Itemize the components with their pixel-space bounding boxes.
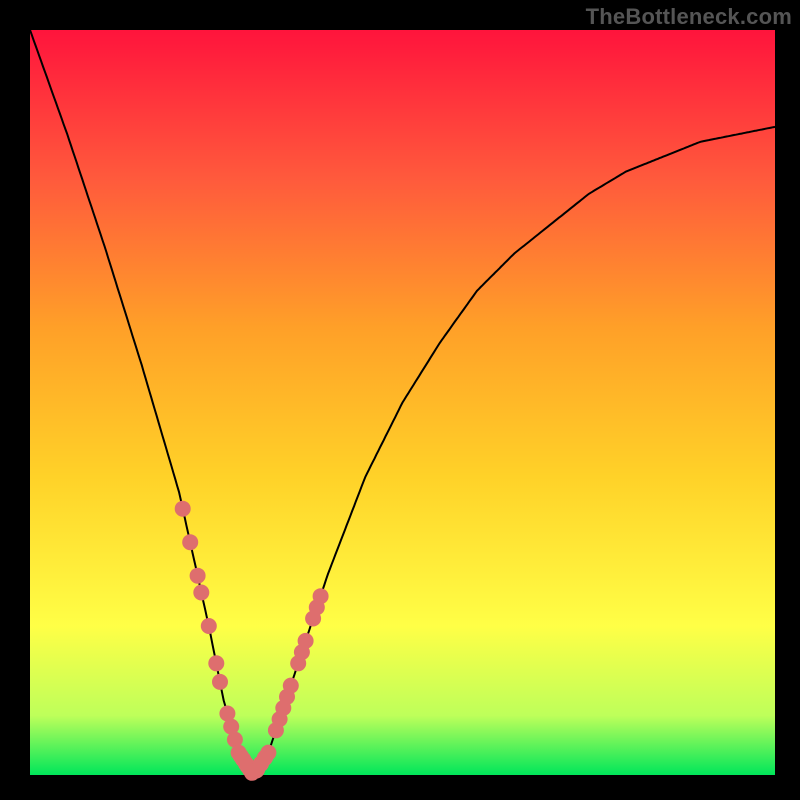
bottleneck-curve — [30, 30, 775, 775]
right-branch-dots — [313, 588, 329, 604]
watermark-text: TheBottleneck.com — [586, 4, 792, 30]
marker-dots — [175, 501, 329, 781]
valley-dots — [257, 749, 273, 765]
left-branch-dots — [193, 585, 209, 601]
curve-layer — [30, 30, 775, 775]
left-branch-dots — [212, 674, 228, 690]
left-branch-dots — [190, 568, 206, 584]
chart-stage: TheBottleneck.com — [0, 0, 800, 800]
left-branch-dots — [201, 618, 217, 634]
left-branch-dots — [208, 655, 224, 671]
plot-area — [30, 30, 775, 775]
left-branch-dots — [182, 534, 198, 550]
right-branch-dots — [283, 678, 299, 694]
left-branch-dots — [175, 501, 191, 517]
right-branch-dots — [298, 633, 314, 649]
